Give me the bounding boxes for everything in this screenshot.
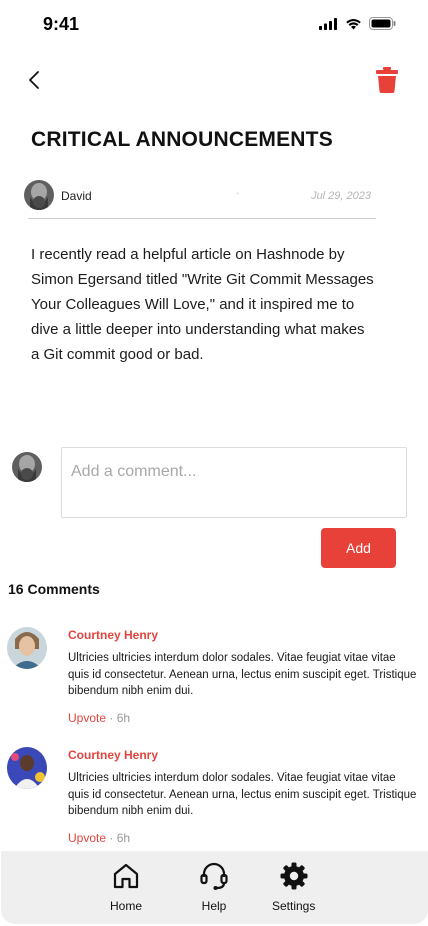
author-avatar[interactable]	[24, 180, 54, 210]
comment-meta: Upvote · 6h	[68, 831, 130, 845]
bottom-nav: Home Help Settings	[1, 851, 428, 924]
commenter-avatar[interactable]	[7, 747, 47, 789]
home-icon	[113, 863, 139, 889]
comment-meta: Upvote · 6h	[68, 711, 130, 725]
add-comment-button[interactable]: Add	[321, 528, 396, 568]
upvote-button[interactable]: Upvote	[68, 831, 106, 845]
headset-icon	[200, 862, 228, 890]
trash-icon	[376, 67, 398, 93]
meta-separator: ·	[106, 831, 117, 845]
post-date: Jul 29, 2023	[311, 190, 371, 202]
comment-text: Ultricies ultricies interdum dolor sodal…	[68, 652, 417, 697]
nav-settings-label: Settings	[272, 899, 316, 913]
meta-separator: ·	[106, 711, 117, 725]
divider	[28, 218, 376, 219]
nav-home-label: Home	[110, 899, 143, 913]
back-icon	[29, 71, 39, 89]
battery-icon	[369, 17, 396, 30]
post-body: I recently read a helpful article on Has…	[31, 246, 374, 363]
status-time: 9:41	[43, 14, 80, 34]
back-button[interactable]	[22, 66, 46, 94]
gear-icon	[280, 862, 308, 890]
comment-item: Courtney Henry Ultricies ultricies inter…	[7, 627, 419, 732]
page-title: CRITICAL ANNOUNCEMENTS	[31, 128, 333, 151]
commenter-name[interactable]: Courtney Henry	[68, 748, 158, 762]
comment-time: 6h	[116, 831, 131, 845]
nav-home[interactable]: Home	[110, 861, 142, 913]
nav-help-label: Help	[201, 899, 227, 913]
author-row: David · Jul 29, 2023	[24, 180, 376, 219]
comment-time: 6h	[116, 711, 131, 725]
comment-text: Ultricies ultricies interdum dolor sodal…	[68, 772, 417, 817]
delete-button[interactable]	[376, 67, 400, 95]
commenter-name[interactable]: Courtney Henry	[68, 628, 158, 642]
nav-settings[interactable]: Settings	[272, 861, 315, 913]
comments-count: 16 Comments	[8, 581, 100, 597]
commenter-avatar[interactable]	[7, 627, 47, 669]
nav-help[interactable]: Help	[199, 861, 229, 913]
author-name[interactable]: David	[61, 189, 92, 203]
comment-input[interactable]	[61, 447, 407, 518]
upvote-button[interactable]: Upvote	[68, 711, 106, 725]
status-icons	[319, 17, 396, 30]
comment-item: Courtney Henry Ultricies ultricies inter…	[7, 747, 419, 852]
wifi-icon	[346, 18, 361, 29]
author-separator: ·	[236, 188, 240, 199]
signal-icon	[319, 17, 337, 30]
current-user-avatar	[12, 452, 42, 482]
